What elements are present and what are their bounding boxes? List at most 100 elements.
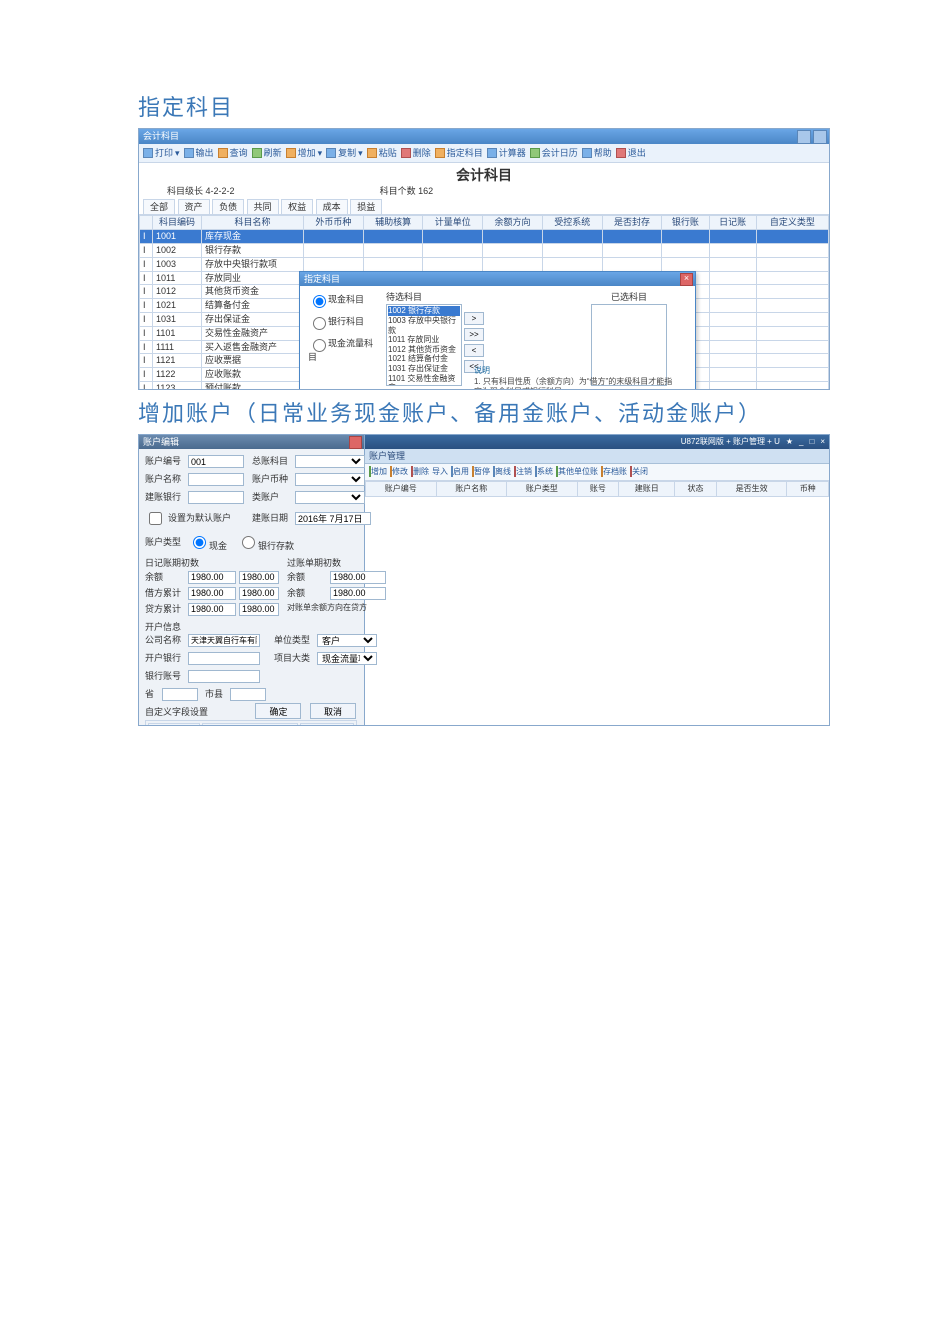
mt-archive[interactable]: 存档账: [601, 467, 627, 477]
label-balance: 余额: [145, 572, 185, 583]
select-itemtype[interactable]: 现金流量项目: [317, 652, 377, 665]
toolbar-copy-button[interactable]: 复制 ▾: [326, 148, 363, 159]
mt-enable[interactable]: 启用: [451, 467, 469, 477]
table-row[interactable]: I1003存放中央银行款项: [140, 257, 829, 271]
label-acctno: 账户编号: [145, 456, 185, 467]
toolbar-refresh-button[interactable]: 刷新: [252, 148, 282, 159]
section-filter: 过账单期初数: [287, 558, 386, 569]
label-filterdir: 对账单余额方向在贷方: [287, 603, 386, 613]
mt-other[interactable]: 其他单位账: [556, 467, 598, 477]
mt-sys[interactable]: 系统: [535, 467, 553, 477]
radio-bankdep[interactable]: 银行存款: [237, 533, 277, 552]
toolbar-calc-button[interactable]: 计算器: [487, 148, 526, 159]
label-credit: 贷方累计: [145, 604, 185, 615]
toolbar-query-button[interactable]: 查询: [218, 148, 248, 159]
mt-close[interactable]: 关闭: [630, 467, 648, 477]
toolbar-paste-button[interactable]: 粘贴: [367, 148, 397, 159]
input-openbank[interactable]: [188, 652, 260, 665]
mt-edit[interactable]: 修改: [390, 467, 408, 477]
input-bankno[interactable]: [188, 670, 260, 683]
input-credit[interactable]: [188, 603, 236, 616]
checkbox-default[interactable]: [149, 512, 162, 525]
move-right-button[interactable]: >: [464, 312, 484, 325]
input-debit2[interactable]: [239, 587, 279, 600]
input-credit2[interactable]: [239, 603, 279, 616]
mt-pause[interactable]: 暂停: [472, 467, 490, 477]
pending-listbox[interactable]: 1002 银行存款1003 存放中央银行款1011 存放同业1012 其他货币资…: [386, 304, 462, 386]
radio-cashflow-subject[interactable]: 现金流量科目: [308, 336, 376, 363]
account-list-grid[interactable]: 账户编号 账户名称 账户类型 账号 建账日 状态 是否生效 币种: [365, 481, 829, 725]
list-item[interactable]: 1101 交易性金融资产: [388, 374, 460, 387]
subject-count-value: 162: [418, 186, 433, 197]
grid-header-currency: 外币币种: [304, 216, 364, 230]
tab-assets[interactable]: 资产: [178, 199, 210, 215]
caption-add-account: 增加账户（日常业务现金账户、备用金账户、活动金账户）: [138, 396, 945, 428]
tab-all[interactable]: 全部: [143, 199, 175, 215]
account-ok-button[interactable]: 确定: [255, 703, 301, 719]
toolbar-add-button[interactable]: 增加 ▾: [286, 148, 323, 159]
list-item[interactable]: 1031 存出保证金: [388, 364, 460, 374]
input-company[interactable]: [188, 634, 260, 647]
radio-cash-subject[interactable]: 现金科目: [308, 292, 376, 308]
input-date[interactable]: [295, 512, 371, 525]
window-min-icon[interactable]: [797, 130, 811, 144]
input-province[interactable]: [162, 688, 198, 701]
section-journal: 日记账期初数: [145, 558, 279, 569]
toolbar-help-button[interactable]: 帮助: [582, 148, 612, 159]
move-all-right-button[interactable]: >>: [464, 328, 484, 341]
toolbar-exit-button[interactable]: 退出: [616, 148, 646, 159]
window-close-icon[interactable]: [813, 130, 827, 144]
toolbar-specify-button[interactable]: 指定科目: [435, 148, 483, 159]
select-subject[interactable]: [295, 455, 365, 468]
col-currency: 币种: [787, 482, 829, 497]
tab-equity[interactable]: 权益: [281, 199, 313, 215]
toolbar-calendar-button[interactable]: 会计日历: [530, 148, 578, 159]
input-bank[interactable]: [188, 491, 244, 504]
mt-del[interactable]: 删除: [411, 467, 429, 477]
table-row[interactable]: I1001库存现金: [140, 230, 829, 244]
select-unittype[interactable]: 客户: [317, 634, 377, 647]
select-currency[interactable]: [295, 473, 365, 486]
input-acctno[interactable]: [188, 455, 244, 468]
toolbar-output-button[interactable]: 输出: [184, 148, 214, 159]
mt-cancel[interactable]: 注销: [514, 467, 532, 477]
tab-profitloss[interactable]: 损益: [350, 199, 382, 215]
account-cancel-button[interactable]: 取消: [310, 703, 356, 719]
dialog-close-icon[interactable]: ×: [680, 273, 693, 286]
move-left-button[interactable]: <: [464, 344, 484, 357]
list-item[interactable]: 1012 其他货币资金: [388, 345, 460, 355]
custom-fields-grid[interactable]: 状态 关联自定义数据源 数据字段 启用 启用 启用: [145, 720, 357, 726]
tab-common[interactable]: 共同: [247, 199, 279, 215]
list-item[interactable]: 1002 银行存款: [388, 306, 460, 316]
toolbar-print-button[interactable]: 打印 ▾: [143, 148, 180, 159]
input-acctname[interactable]: [188, 473, 244, 486]
table-row[interactable]: I1002银行存款: [140, 243, 829, 257]
input-balance[interactable]: [188, 571, 236, 584]
list-item[interactable]: 1021 结算备付金: [388, 354, 460, 364]
col-status: 状态: [675, 482, 717, 497]
input-balance2[interactable]: [239, 571, 279, 584]
input-debit[interactable]: [188, 587, 236, 600]
tab-liabilities[interactable]: 负债: [212, 199, 244, 215]
account-edit-close-icon[interactable]: [349, 436, 362, 449]
list-item[interactable]: 1003 存放中央银行款: [388, 316, 460, 335]
col-no: 账户编号: [366, 482, 437, 497]
mt-add[interactable]: 增加: [369, 467, 387, 477]
select-kind[interactable]: [295, 491, 365, 504]
main-toolbar: 打印 ▾ 输出 查询 刷新 增加 ▾ 复制 ▾ 粘贴 删除 指定科目 计算器 会…: [139, 144, 829, 163]
input-fbal[interactable]: [330, 571, 386, 584]
list-item[interactable]: 1011 存放同业: [388, 335, 460, 345]
col-link: 关联自定义数据源: [202, 723, 298, 726]
radio-cash[interactable]: 现金: [188, 533, 228, 552]
input-city[interactable]: [230, 688, 266, 701]
label-currency: 账户币种: [252, 474, 292, 485]
tab-cost[interactable]: 成本: [316, 199, 348, 215]
radio-bank-subject[interactable]: 银行科目: [308, 314, 376, 330]
level-length-label: 科目级长: [167, 186, 203, 197]
col-name: 账户名称: [436, 482, 507, 497]
label-openbank: 开户银行: [145, 653, 185, 664]
mt-import[interactable]: 导入: [432, 467, 448, 477]
toolbar-delete-button[interactable]: 删除: [401, 148, 431, 159]
input-fy[interactable]: [330, 587, 386, 600]
mt-offline[interactable]: 离线: [493, 467, 511, 477]
